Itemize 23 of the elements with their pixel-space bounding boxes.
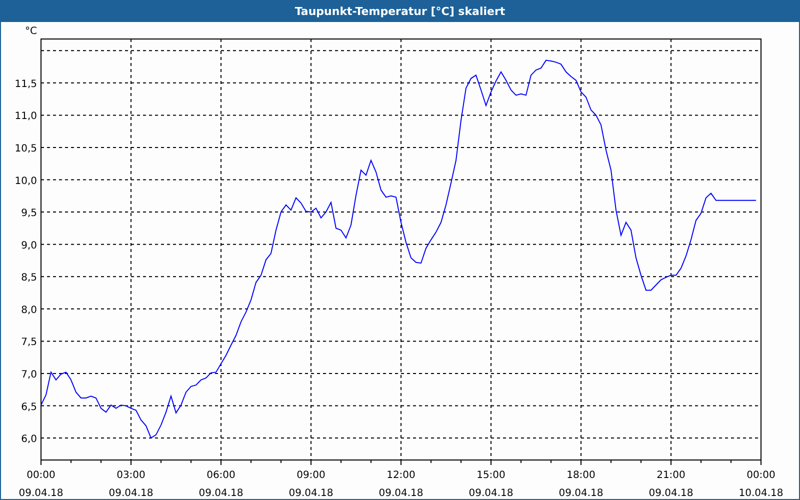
y-tick-label: 10,0 (14, 176, 37, 187)
x-tick-label: 06:00 09.04.18 (198, 470, 244, 499)
y-tick-label: 7,0 (21, 369, 37, 380)
x-tick-label: 12:00 09.04.18 (378, 470, 424, 499)
y-axis-unit: °C (25, 26, 37, 37)
y-tick-label: 6,0 (21, 434, 37, 446)
x-tick-label: 15:00 09.04.18 (468, 470, 514, 499)
y-tick-label: 7,5 (21, 337, 37, 348)
y-tick-label: 9,5 (21, 208, 37, 220)
y-tick-label: 9,0 (21, 240, 37, 252)
y-tick-label: 8,0 (21, 304, 37, 316)
y-tick-label: 10,5 (14, 143, 37, 154)
x-tick-label: 09:00 09.04.18 (288, 470, 334, 499)
y-tick-label: 6,5 (21, 402, 37, 413)
x-tick-label: 18:00 09.04.18 (558, 470, 604, 499)
x-tick-label: 03:00 09.04.18 (108, 470, 154, 499)
y-tick-label: 11,0 (14, 111, 37, 122)
window-title: Taupunkt-Temperatur [°C] skaliert (1, 0, 799, 22)
x-tick-label: 21:00 09.04.18 (648, 470, 694, 499)
y-tick-label: 8,5 (21, 272, 37, 284)
y-tick-label: 11,5 (14, 78, 37, 90)
x-tick-label: 00:00 10.04.18 (738, 470, 784, 499)
x-tick-label: 00:00 09.04.18 (18, 470, 64, 499)
